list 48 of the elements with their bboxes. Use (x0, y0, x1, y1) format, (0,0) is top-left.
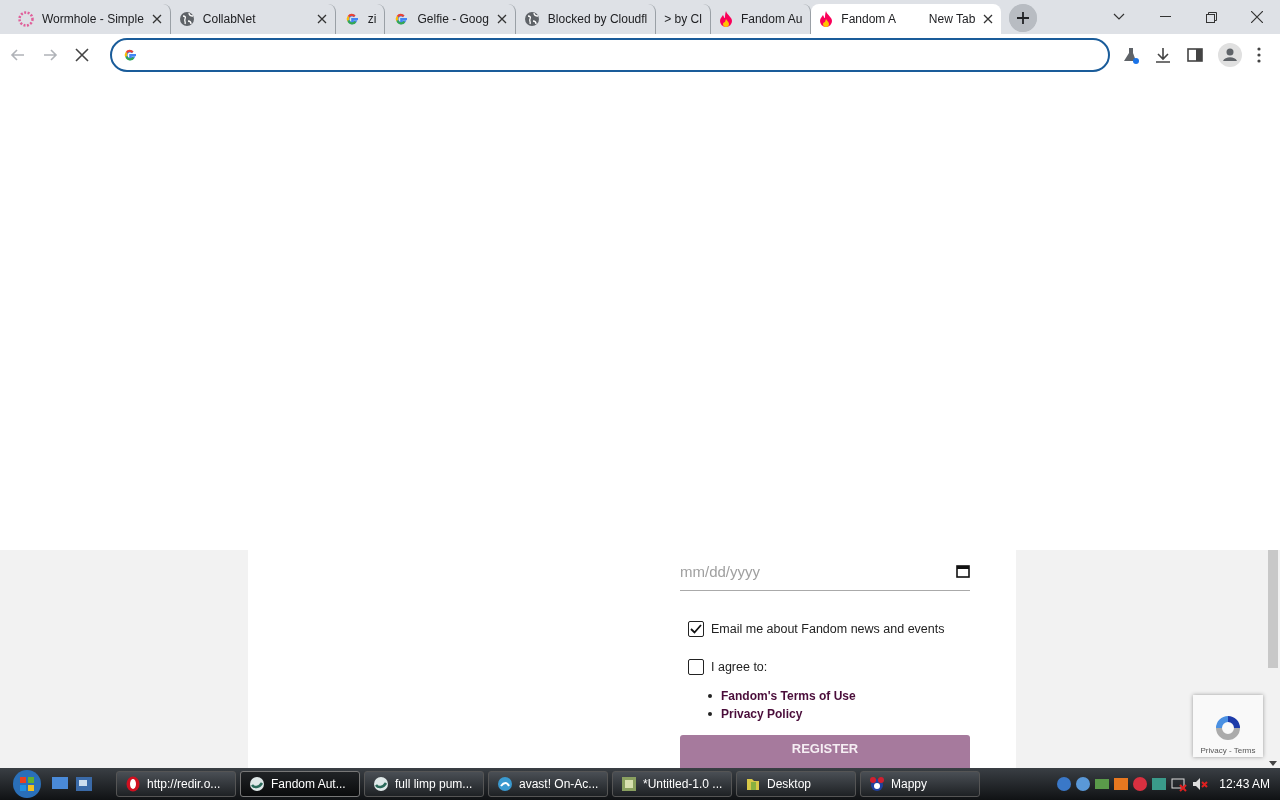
taskbar-button[interactable]: *Untitled-1.0 ... (612, 771, 732, 797)
bullet-icon (708, 712, 712, 716)
flask-icon[interactable] (1122, 45, 1140, 64)
close-icon[interactable] (983, 14, 994, 24)
bullet-icon (708, 694, 712, 698)
download-icon[interactable] (1154, 45, 1172, 64)
taskbar-button[interactable]: Fandom Aut... (240, 771, 360, 797)
start-button[interactable] (10, 769, 44, 799)
close-icon[interactable] (1251, 11, 1263, 23)
taskbar-button[interactable]: avast! On-Ac... (488, 771, 608, 797)
close-icon[interactable] (151, 14, 162, 24)
link[interactable]: Privacy Policy (721, 705, 803, 723)
checkbox-label: Email me about Fandom news and events (711, 622, 945, 636)
desktop-icon[interactable] (52, 777, 68, 791)
taskbar-button[interactable]: Desktop (736, 771, 856, 797)
image-icon (621, 776, 637, 792)
taskbar-button[interactable]: http://redir.o... (116, 771, 236, 797)
link[interactable]: Fandom's Terms of Use (721, 687, 856, 705)
menu-icon[interactable] (1256, 45, 1262, 64)
chevron-down-icon[interactable] (1113, 13, 1125, 21)
restore-icon[interactable] (1205, 11, 1217, 23)
taskbar-button[interactable]: Mappy (860, 771, 980, 797)
checkbox[interactable] (688, 621, 704, 637)
flame-icon (718, 11, 733, 27)
calendar-icon[interactable] (956, 564, 970, 578)
opera-icon (125, 776, 141, 792)
muted-speaker-icon[interactable] (1192, 776, 1209, 792)
clock[interactable]: 12:43 AM (1219, 777, 1270, 791)
new-tab-button[interactable] (1009, 4, 1038, 32)
flame-icon (819, 11, 834, 27)
checkbox-label: I agree to: (711, 660, 768, 674)
privacy-terms-text[interactable]: Privacy - Terms (1200, 746, 1256, 755)
google-icon (393, 11, 410, 27)
side-panel-icon[interactable] (1186, 45, 1204, 64)
windows-icon[interactable] (76, 777, 92, 791)
flower-icon (18, 11, 34, 27)
folder-icon (745, 776, 761, 792)
scrollbar-thumb[interactable] (1268, 550, 1278, 668)
address-bar[interactable] (110, 37, 1110, 72)
scroll-down-icon[interactable] (1269, 761, 1277, 766)
close-icon[interactable] (316, 14, 327, 24)
profile-icon[interactable] (1218, 42, 1242, 67)
browser-tab[interactable]: Fandom A New Tab (811, 4, 1002, 34)
taskbar-button[interactable]: full limp pum... (364, 771, 484, 797)
minimize-icon[interactable] (1159, 16, 1171, 18)
checkbox[interactable] (688, 659, 704, 675)
mouse-icon (869, 776, 885, 792)
close-icon[interactable] (496, 14, 507, 24)
